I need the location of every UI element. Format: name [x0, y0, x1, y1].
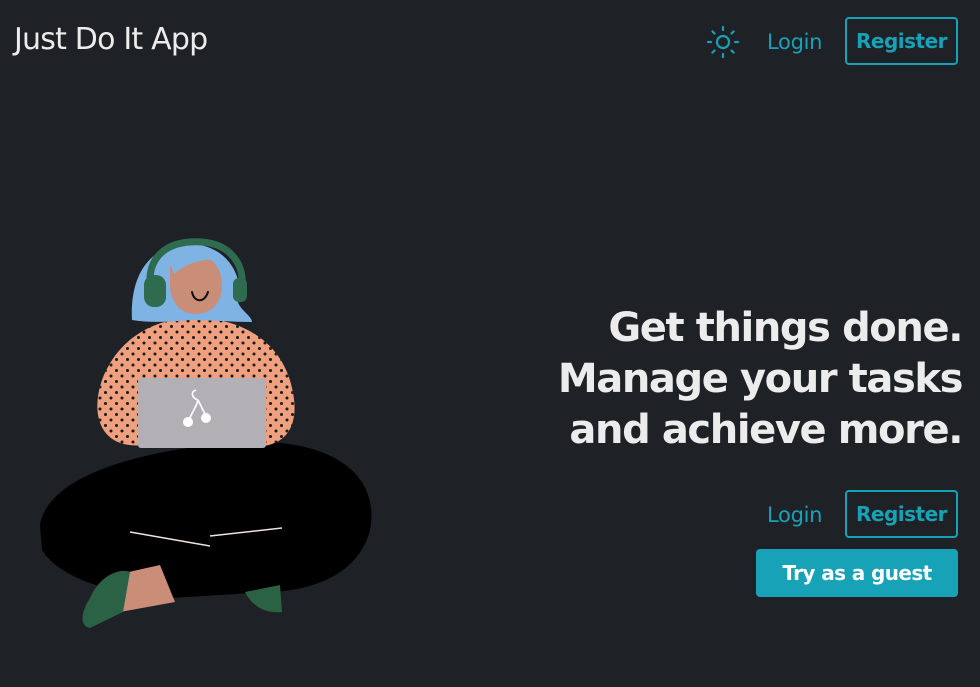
hero-line-1: Get things done. — [608, 305, 963, 351]
hero-register-button[interactable]: Register — [845, 490, 958, 538]
header-register-button[interactable]: Register — [845, 17, 958, 65]
sun-icon — [706, 25, 740, 59]
try-as-guest-button[interactable]: Try as a guest — [756, 549, 958, 597]
hero-line-2: Manage your tasks — [557, 356, 964, 402]
theme-toggle-button[interactable] — [705, 24, 741, 60]
header-login-link[interactable]: Login — [767, 27, 822, 57]
pants — [40, 441, 372, 598]
app-title[interactable]: Just Do It App — [14, 20, 208, 60]
hero-login-link[interactable]: Login — [767, 500, 822, 530]
hero-line-3: and achieve more. — [569, 407, 963, 453]
hero-illustration — [20, 230, 390, 640]
hero-headline: Get things done. Manage your tasks and a… — [557, 303, 964, 456]
laptop — [138, 378, 266, 448]
